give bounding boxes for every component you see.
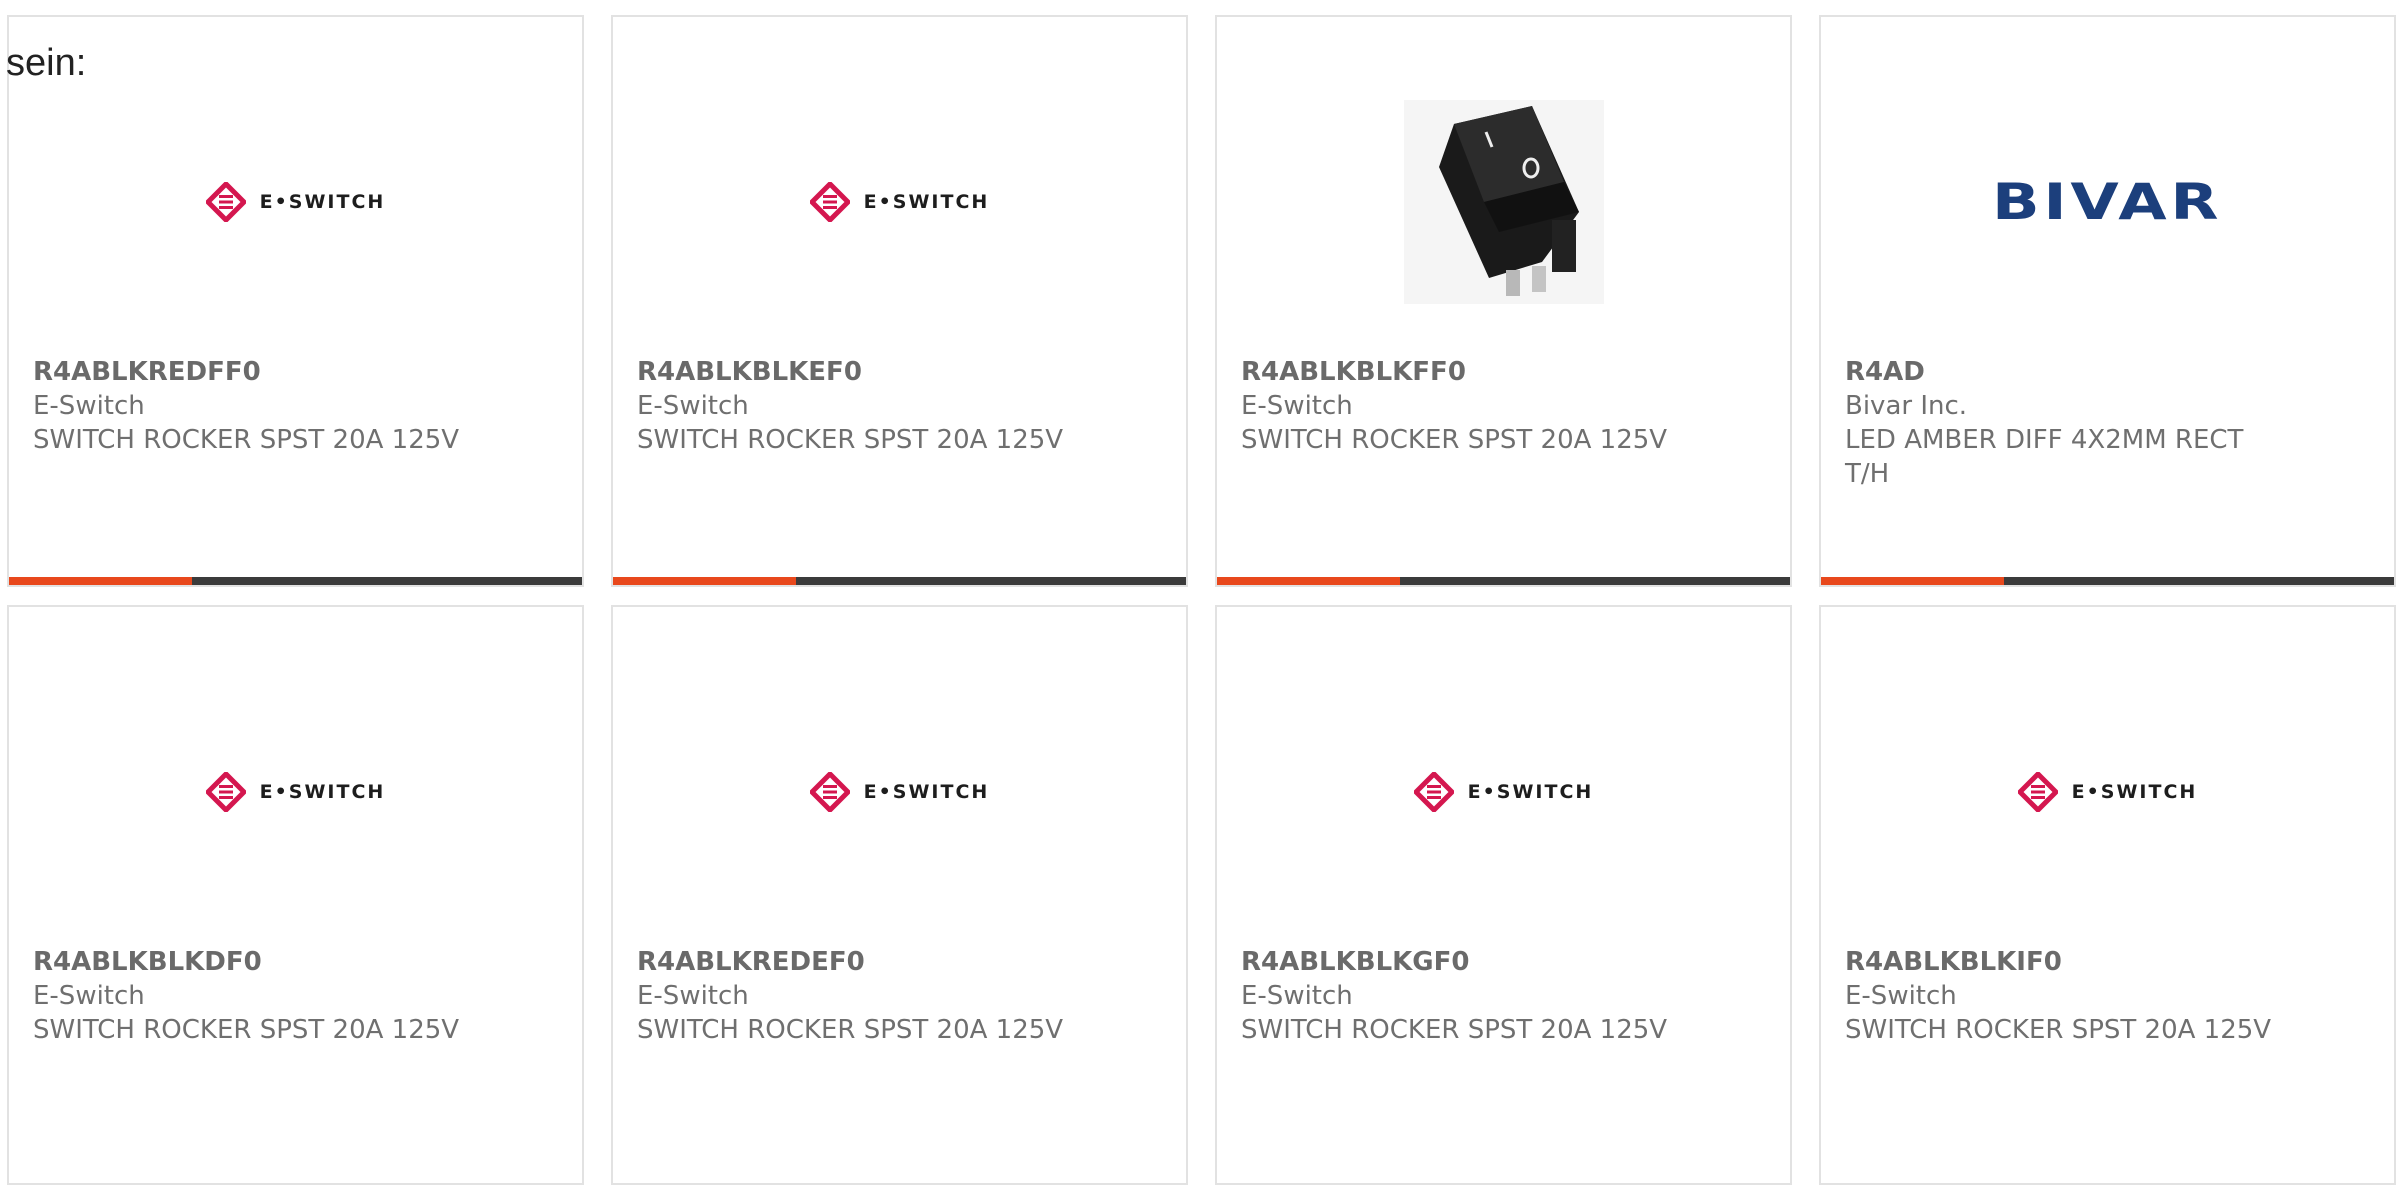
rocker-switch-photo — [1403, 100, 1604, 304]
product-description: SWITCH ROCKER SPST 20A 125V — [637, 425, 1064, 455]
intro-text: sein: — [6, 42, 87, 84]
product-image[interactable]: E•SWITCH — [9, 77, 582, 327]
product-image[interactable]: E•SWITCH — [613, 77, 1186, 327]
product-description: SWITCH ROCKER SPST 20A 125V — [1241, 425, 1668, 455]
part-number-link[interactable]: R4ABLKBLKGF0 — [1241, 945, 1766, 979]
part-number-link[interactable]: R4ABLKBLKDF0 — [33, 945, 558, 979]
card-accent-bar — [9, 577, 582, 585]
eswitch-emblem-icon — [205, 772, 246, 812]
eswitch-logo: E•SWITCH — [809, 772, 990, 812]
eswitch-logo: E•SWITCH — [205, 182, 386, 222]
product-image[interactable]: E•SWITCH — [613, 667, 1186, 917]
part-number-link[interactable]: R4AD — [1845, 355, 2244, 389]
product-image[interactable]: E•SWITCH — [1821, 667, 2394, 917]
product-description: SWITCH ROCKER SPST 20A 125V — [33, 1015, 460, 1045]
logo-text: E•SWITCH — [259, 781, 386, 803]
rocker-switch-icon — [1438, 106, 1579, 296]
eswitch-logo: E•SWITCH — [1413, 772, 1594, 812]
manufacturer-name: Bivar Inc. — [1845, 391, 1968, 421]
card-accent-bar — [613, 577, 1186, 585]
eswitch-logo: E•SWITCH — [809, 182, 990, 222]
logo-text: E•SWITCH — [259, 191, 386, 213]
product-image[interactable]: E•SWITCH — [9, 667, 582, 917]
eswitch-emblem-icon — [1413, 772, 1454, 812]
product-card[interactable]: E•SWITCH R4ABLKREDFF0 E-Switch SWITCH RO… — [7, 15, 584, 587]
product-card[interactable]: E•SWITCH R4ABLKBLKDF0 E-Switch SWITCH RO… — [7, 605, 584, 1185]
product-description: LED AMBER DIFF 4X2MM RECT T/H — [1845, 425, 2244, 489]
part-number-link[interactable]: R4ABLKBLKIF0 — [1845, 945, 2370, 979]
eswitch-emblem-icon — [205, 182, 246, 222]
product-image[interactable]: E•SWITCH — [1217, 667, 1790, 917]
product-image[interactable]: BIVAR — [1821, 77, 2394, 327]
manufacturer-name: E-Switch — [637, 391, 749, 421]
card-accent-bar — [1217, 577, 1790, 585]
eswitch-emblem-icon — [809, 772, 850, 812]
part-number-link[interactable]: R4ABLKBLKEF0 — [637, 355, 1162, 389]
manufacturer-name: E-Switch — [1241, 391, 1353, 421]
product-description: SWITCH ROCKER SPST 20A 125V — [33, 425, 460, 455]
manufacturer-name: E-Switch — [637, 981, 749, 1011]
product-card[interactable]: E•SWITCH R4ABLKBLKGF0 E-Switch SWITCH RO… — [1215, 605, 1792, 1185]
manufacturer-name: E-Switch — [33, 391, 145, 421]
part-number-link[interactable]: R4ABLKBLKFF0 — [1241, 355, 1766, 389]
product-card[interactable]: E•SWITCH R4ABLKBLKIF0 E-Switch SWITCH RO… — [1819, 605, 2396, 1185]
eswitch-logo: E•SWITCH — [205, 772, 386, 812]
logo-text: E•SWITCH — [1467, 781, 1594, 803]
eswitch-emblem-icon — [809, 182, 850, 222]
eswitch-emblem-icon — [2017, 772, 2058, 812]
part-number-link[interactable]: R4ABLKREDEF0 — [637, 945, 1162, 979]
eswitch-logo: E•SWITCH — [2017, 772, 2198, 812]
product-description: SWITCH ROCKER SPST 20A 125V — [637, 1015, 1064, 1045]
product-card[interactable]: BIVAR R4AD Bivar Inc. LED AMBER DIFF 4X2… — [1819, 15, 2396, 587]
logo-text: E•SWITCH — [863, 781, 990, 803]
part-number-link[interactable]: R4ABLKREDFF0 — [33, 355, 558, 389]
manufacturer-name: E-Switch — [33, 981, 145, 1011]
card-accent-bar — [1821, 577, 2394, 585]
bivar-logo: BIVAR — [1992, 173, 2223, 231]
logo-text: E•SWITCH — [863, 191, 990, 213]
manufacturer-name: E-Switch — [1241, 981, 1353, 1011]
product-image[interactable] — [1217, 77, 1790, 327]
product-card[interactable]: E•SWITCH R4ABLKREDEF0 E-Switch SWITCH RO… — [611, 605, 1188, 1185]
product-card[interactable]: E•SWITCH R4ABLKBLKEF0 E-Switch SWITCH RO… — [611, 15, 1188, 587]
product-description: SWITCH ROCKER SPST 20A 125V — [1241, 1015, 1668, 1045]
logo-text: E•SWITCH — [2071, 781, 2198, 803]
manufacturer-name: E-Switch — [1845, 981, 1957, 1011]
product-card[interactable]: R4ABLKBLKFF0 E-Switch SWITCH ROCKER SPST… — [1215, 15, 1792, 587]
product-description: SWITCH ROCKER SPST 20A 125V — [1845, 1015, 2272, 1045]
